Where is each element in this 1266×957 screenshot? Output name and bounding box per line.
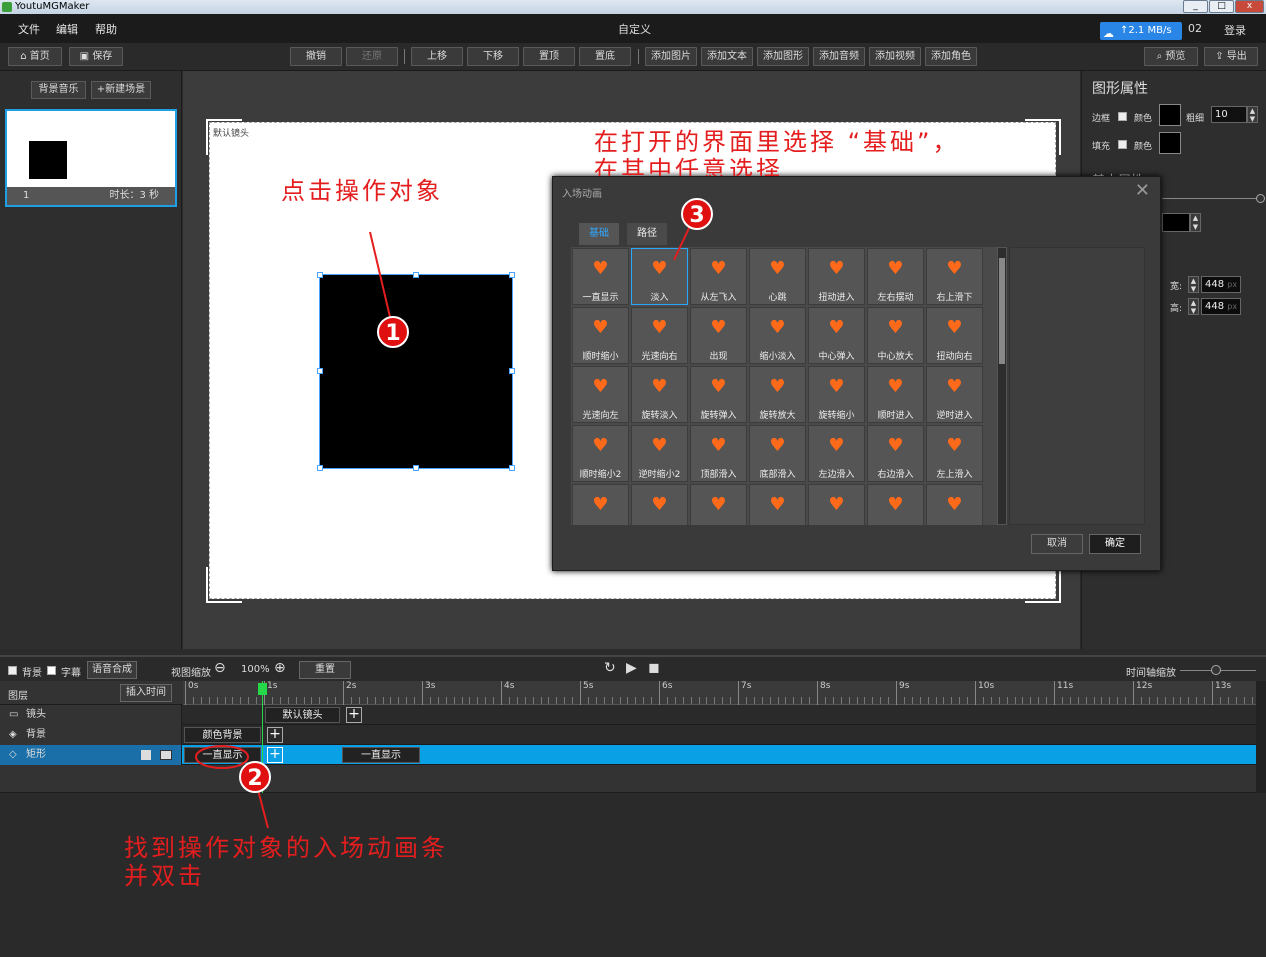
step-marker-3: 3 (681, 198, 713, 230)
annotation-lines (195, 225, 691, 829)
annotation-line-3 (673, 225, 691, 261)
annotation-line-1 (369, 231, 391, 318)
annotation-line-2 (257, 789, 269, 829)
annotation-ellipse (195, 745, 249, 769)
step-marker-1: 1 (377, 316, 409, 348)
step-marker-2: 2 (239, 761, 271, 793)
